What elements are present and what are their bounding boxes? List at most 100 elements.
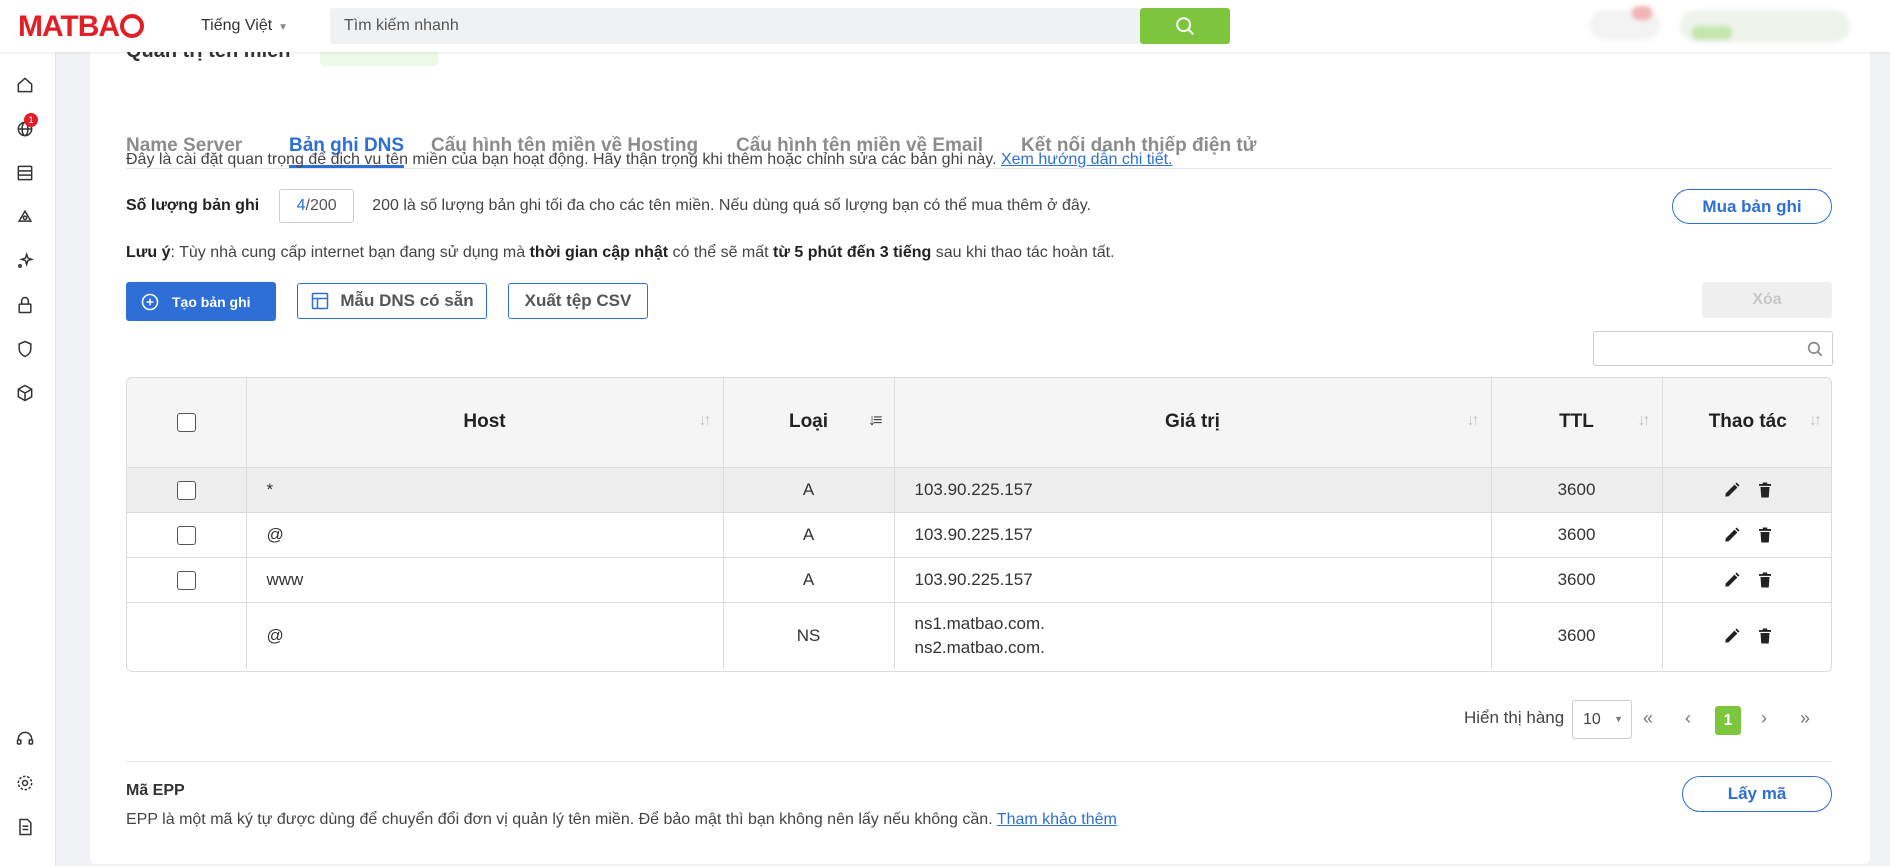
type-cell: A xyxy=(723,466,895,512)
note-bold-1: thời gian cập nhật xyxy=(529,244,669,261)
type-cell: A xyxy=(723,511,895,557)
host-cell: www xyxy=(246,556,724,602)
value-line: ns1.matbao.com. xyxy=(914,613,1045,633)
notice-text: Đây là cài đặt quan trọng để dịch vụ tên… xyxy=(126,151,997,168)
current-page-button[interactable]: 1 xyxy=(1715,706,1741,735)
create-record-label: Tạo bản ghi xyxy=(172,293,251,310)
delete-button[interactable]: Xóa xyxy=(1702,282,1832,318)
search-button[interactable] xyxy=(1140,8,1230,44)
domain-management-card: Quản trị tên miền Name Server Bản ghi DN… xyxy=(90,40,1870,864)
record-count-box: 4/200 xyxy=(279,189,355,223)
host-cell: @ xyxy=(246,511,724,557)
note-text-3: sau khi thao tác hoàn tất. xyxy=(931,244,1115,261)
quick-search-input[interactable]: Tìm kiếm nhanh xyxy=(330,8,1140,44)
page-size-select[interactable]: 10 ▼ xyxy=(1572,700,1632,739)
record-count-label: Số lượng bản ghi xyxy=(126,197,260,214)
server-icon[interactable] xyxy=(14,162,36,184)
headset-icon[interactable] xyxy=(14,728,36,750)
create-record-button[interactable]: Tạo bản ghi xyxy=(126,282,276,321)
last-page-button[interactable]: » xyxy=(1800,708,1810,729)
note-bold-2: từ 5 phút đến 3 tiếng xyxy=(773,244,932,261)
search-icon xyxy=(1807,341,1823,357)
next-page-button[interactable]: › xyxy=(1761,708,1767,729)
caret-down-icon: ▼ xyxy=(1614,714,1623,724)
buy-records-button[interactable]: Mua bản ghi xyxy=(1672,189,1832,224)
lock-icon[interactable] xyxy=(14,294,36,316)
page-size-value: 10 xyxy=(1583,711,1601,728)
account-area[interactable] xyxy=(1680,10,1850,42)
edit-icon[interactable] xyxy=(1722,626,1742,646)
row-checkbox[interactable] xyxy=(176,480,196,500)
value-cell: 103.90.225.157 xyxy=(894,466,1492,512)
sort-active-icon[interactable]: ↓≡ xyxy=(868,412,882,430)
export-csv-button[interactable]: Xuất tệp CSV xyxy=(508,283,648,319)
record-count-desc: 200 là số lượng bản ghi tối đa cho các t… xyxy=(372,197,1091,214)
select-all-header xyxy=(127,378,247,467)
table-row[interactable]: @ NS ns1.matbao.com. ns2.matbao.com. 360… xyxy=(127,601,1831,669)
document-icon[interactable] xyxy=(14,816,36,838)
column-header-type[interactable]: Loại ↓≡ xyxy=(723,378,895,467)
guide-link[interactable]: Xem hướng dẫn chi tiết. xyxy=(1001,151,1173,168)
edit-icon[interactable] xyxy=(1722,570,1742,590)
row-select-cell xyxy=(127,601,247,669)
shield-icon[interactable] xyxy=(14,338,36,360)
caret-down-icon: ▼ xyxy=(278,22,289,33)
epp-learn-more-link[interactable]: Tham khảo thêm xyxy=(997,811,1117,828)
sparkle-icon[interactable] xyxy=(14,250,36,272)
note-line: Lưu ý: Tùy nhà cung cấp internet bạn đan… xyxy=(126,244,1115,262)
matbao-logo[interactable]: MATBA xyxy=(18,10,145,44)
note-label: Lưu ý xyxy=(126,244,171,261)
column-header-host[interactable]: Host ↓↑ xyxy=(246,378,724,467)
value-cell: 103.90.225.157 xyxy=(894,511,1492,557)
notice-line: Đây là cài đặt quan trọng để dịch vụ tên… xyxy=(126,151,1173,169)
cloud-icon[interactable] xyxy=(14,206,36,228)
gear-icon[interactable] xyxy=(14,772,36,794)
table-row[interactable]: www A 103.90.225.157 3600 xyxy=(127,556,1831,602)
sort-icon[interactable]: ↓↑ xyxy=(1638,412,1651,430)
language-label: Tiếng Việt xyxy=(201,17,273,34)
plus-circle-icon xyxy=(141,293,159,310)
row-select-cell xyxy=(127,466,247,512)
column-header-actions[interactable]: Thao tác ↓↑ xyxy=(1662,378,1831,467)
value-cell: ns1.matbao.com. ns2.matbao.com. xyxy=(894,601,1492,669)
ttl-cell: 3600 xyxy=(1491,466,1663,512)
actions-cell xyxy=(1662,511,1831,557)
prev-page-button[interactable]: ‹ xyxy=(1685,708,1691,729)
record-limit: /200 xyxy=(305,197,337,214)
value-cell: 103.90.225.157 xyxy=(894,556,1492,602)
type-cell: A xyxy=(723,556,895,602)
table-row[interactable]: * A 103.90.225.157 3600 xyxy=(127,466,1831,512)
table-search-input[interactable] xyxy=(1593,331,1833,366)
get-epp-code-button[interactable]: Lấy mã xyxy=(1682,776,1832,812)
first-page-button[interactable]: « xyxy=(1643,708,1653,729)
template-icon xyxy=(312,292,329,310)
top-bar: MATBA Tiếng Việt ▼ Tìm kiếm nhanh xyxy=(0,0,1890,52)
record-used: 4 xyxy=(296,197,306,214)
record-count-line: Số lượng bản ghi 4/200 200 là số lượng b… xyxy=(126,189,1091,223)
box-icon[interactable] xyxy=(14,382,36,404)
language-selector[interactable]: Tiếng Việt ▼ xyxy=(201,17,288,35)
dns-records-table: Host ↓↑ Loại ↓≡ Giá trị ↓↑ TTL ↓↑ Thao tác ↓↑… xyxy=(126,377,1832,672)
dns-template-button[interactable]: Mẫu DNS có sẵn xyxy=(297,283,487,319)
sort-icon[interactable]: ↓↑ xyxy=(1809,412,1822,430)
select-all-checkbox[interactable] xyxy=(176,412,196,432)
trash-icon[interactable] xyxy=(1756,480,1774,500)
column-header-ttl[interactable]: TTL ↓↑ xyxy=(1491,378,1663,467)
sort-icon[interactable]: ↓↑ xyxy=(1467,412,1480,430)
trash-icon[interactable] xyxy=(1756,525,1774,545)
row-checkbox[interactable] xyxy=(176,525,196,545)
trash-icon[interactable] xyxy=(1756,626,1774,646)
type-cell: NS xyxy=(723,601,895,669)
table-header-row: Host ↓↑ Loại ↓≡ Giá trị ↓↑ TTL ↓↑ Thao tác ↓↑ xyxy=(127,378,1831,467)
notification-area[interactable] xyxy=(1590,6,1660,40)
edit-icon[interactable] xyxy=(1722,480,1742,500)
edit-icon[interactable] xyxy=(1722,525,1742,545)
trash-icon[interactable] xyxy=(1756,570,1774,590)
sort-icon[interactable]: ↓↑ xyxy=(699,412,712,430)
table-row[interactable]: @ A 103.90.225.157 3600 xyxy=(127,511,1831,557)
column-header-value[interactable]: Giá trị ↓↑ xyxy=(894,378,1492,467)
row-checkbox[interactable] xyxy=(176,570,196,590)
actions-cell xyxy=(1662,466,1831,512)
home-icon[interactable] xyxy=(14,74,36,96)
ttl-header-label: TTL xyxy=(1559,411,1594,433)
